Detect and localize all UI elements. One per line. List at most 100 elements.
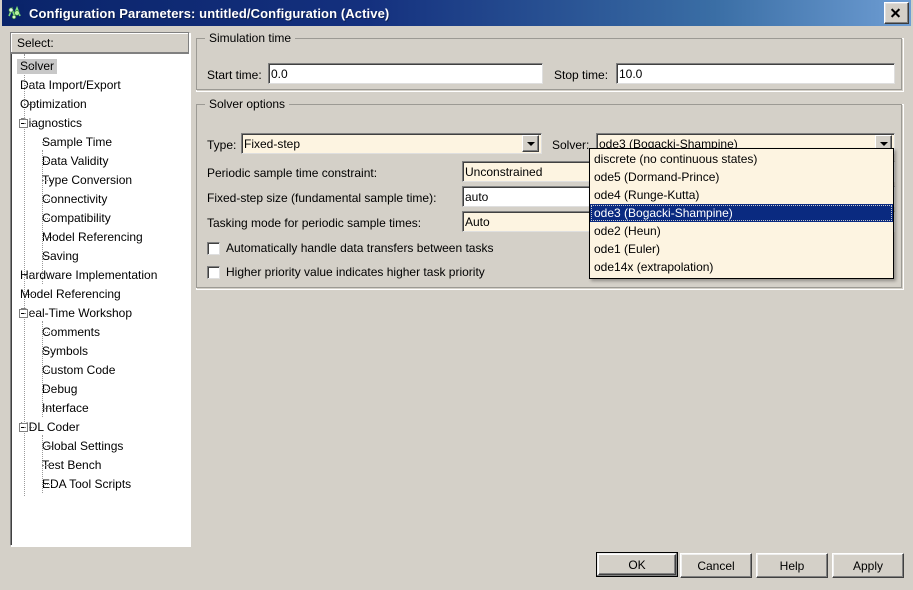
- simulink-icon: [6, 4, 24, 22]
- tree-elbow-icon: [42, 484, 52, 486]
- fixed-step-size-label: Fixed-step size (fundamental sample time…: [207, 191, 437, 205]
- tree-elbow-icon: [24, 427, 34, 429]
- higher-priority-label: Higher priority value indicates higher t…: [226, 265, 485, 279]
- stop-time-value: 10.0: [619, 66, 643, 81]
- dialog-client-area: Select: Solver Data Import/Export Optimi…: [2, 26, 911, 588]
- dropdown-option-ode1[interactable]: ode1 (Euler): [590, 240, 893, 258]
- sidebar-item-model-referencing-diag[interactable]: Model Referencing: [11, 228, 189, 247]
- type-label: Type:: [207, 138, 237, 152]
- sidebar-item-saving[interactable]: Saving: [11, 247, 189, 266]
- chevron-down-icon[interactable]: [522, 135, 539, 152]
- periodic-constraint-label: Periodic sample time constraint:: [207, 166, 378, 180]
- tree-elbow-icon: [42, 465, 52, 467]
- sidebar-item-hardware-implementation[interactable]: Hardware Implementation: [11, 266, 189, 285]
- dropdown-option-ode4[interactable]: ode4 (Runge-Kutta): [590, 186, 893, 204]
- stop-time-label: Stop time:: [554, 68, 609, 82]
- cancel-button-label: Cancel: [697, 558, 735, 573]
- tasking-mode-label: Tasking mode for periodic sample times:: [207, 216, 422, 230]
- sidebar-item-label: EDA Tool Scripts: [42, 477, 132, 491]
- tree-elbow-icon: [24, 275, 34, 277]
- help-button-label: Help: [779, 558, 805, 573]
- sidebar-item-optimization[interactable]: Optimization: [11, 95, 189, 114]
- higher-priority-checkbox-row[interactable]: Higher priority value indicates higher t…: [207, 265, 485, 279]
- tree-elbow-icon: [42, 237, 52, 239]
- sidebar-item-label: Global Settings: [42, 439, 124, 453]
- sidebar-item-type-conversion[interactable]: Type Conversion: [11, 171, 189, 190]
- sidebar-item-label: Hardware Implementation: [20, 268, 158, 282]
- sidebar-item-hdl-coder[interactable]: HDL Coder: [11, 418, 189, 437]
- sidebar-item-symbols[interactable]: Symbols: [11, 342, 189, 361]
- tree-elbow-icon: [24, 313, 34, 315]
- type-value: Fixed-step: [244, 136, 301, 151]
- tree-header-label: Select:: [17, 36, 54, 50]
- auto-transfer-checkbox[interactable]: [207, 241, 220, 255]
- dropdown-option-ode5[interactable]: ode5 (Dormand-Prince): [590, 168, 893, 186]
- tree-elbow-icon: [24, 104, 34, 106]
- sidebar-item-label: Model Referencing: [42, 230, 143, 244]
- simulation-time-group-title: Simulation time: [205, 31, 296, 45]
- cancel-button[interactable]: Cancel: [680, 553, 752, 578]
- ok-button-label: OK: [628, 557, 646, 572]
- apply-button[interactable]: Apply: [832, 553, 904, 578]
- dropdown-option-discrete[interactable]: discrete (no continuous states): [590, 150, 893, 168]
- tree-elbow-icon: [42, 389, 52, 391]
- sidebar-item-label: Real-Time Workshop: [20, 306, 133, 320]
- sidebar-item-diagnostics[interactable]: Diagnostics: [11, 114, 189, 133]
- stop-time-input[interactable]: 10.0: [616, 63, 895, 84]
- tree-body[interactable]: Solver Data Import/Export Optimization D…: [11, 54, 189, 545]
- sidebar-item-data-import-export[interactable]: Data Import/Export: [11, 76, 189, 95]
- window-title: Configuration Parameters: untitled/Confi…: [29, 5, 390, 21]
- tree-elbow-icon: [42, 180, 52, 182]
- sidebar-item-comments[interactable]: Comments: [11, 323, 189, 342]
- tree-elbow-icon: [42, 332, 52, 334]
- auto-transfer-label: Automatically handle data transfers betw…: [226, 241, 494, 255]
- tree-elbow-icon: [42, 218, 52, 220]
- close-icon[interactable]: [884, 2, 909, 24]
- ok-button[interactable]: OK: [596, 552, 678, 577]
- configuration-parameters-window: Configuration Parameters: untitled/Confi…: [0, 0, 913, 590]
- sidebar-item-sample-time[interactable]: Sample Time: [11, 133, 189, 152]
- start-time-value: 0.0: [271, 66, 288, 81]
- auto-transfer-checkbox-row[interactable]: Automatically handle data transfers betw…: [207, 241, 493, 255]
- tree-header: Select:: [11, 33, 189, 54]
- help-button[interactable]: Help: [756, 553, 828, 578]
- sidebar-item-compatibility[interactable]: Compatibility: [11, 209, 189, 228]
- simulation-time-group: Simulation time Start time: 0.0 Stop tim…: [196, 31, 904, 92]
- type-combobox[interactable]: Fixed-step: [241, 133, 542, 154]
- tree-elbow-icon: [24, 294, 34, 296]
- sidebar-item-label: Solver: [17, 59, 58, 74]
- dropdown-option-ode2[interactable]: ode2 (Heun): [590, 222, 893, 240]
- start-time-input[interactable]: 0.0: [268, 63, 543, 84]
- sidebar-item-data-validity[interactable]: Data Validity: [11, 152, 189, 171]
- title-bar: Configuration Parameters: untitled/Confi…: [2, 0, 911, 26]
- sidebar-item-label: Type Conversion: [42, 173, 133, 187]
- solver-label: Solver:: [552, 138, 590, 152]
- solver-dropdown-list[interactable]: discrete (no continuous states) ode5 (Do…: [589, 148, 894, 279]
- fixed-step-size-value: auto: [465, 189, 489, 204]
- sidebar-item-solver[interactable]: Solver: [11, 57, 189, 76]
- tree-elbow-icon: [42, 256, 52, 258]
- tree-elbow-icon: [42, 161, 52, 163]
- tree-elbow-icon: [24, 66, 34, 68]
- sidebar-item-test-bench[interactable]: Test Bench: [11, 456, 189, 475]
- select-tree-panel: Select: Solver Data Import/Export Optimi…: [10, 32, 190, 546]
- tree-elbow-icon: [24, 123, 34, 125]
- tree-elbow-icon: [42, 370, 52, 372]
- sidebar-item-model-referencing[interactable]: Model Referencing: [11, 285, 189, 304]
- tree-elbow-icon: [42, 351, 52, 353]
- solver-options-group-title: Solver options: [205, 97, 290, 111]
- dropdown-option-ode14x[interactable]: ode14x (extrapolation): [590, 258, 893, 276]
- apply-button-label: Apply: [852, 558, 884, 573]
- tree-elbow-icon: [42, 199, 52, 201]
- tree-elbow-icon: [42, 446, 52, 448]
- sidebar-item-debug[interactable]: Debug: [11, 380, 189, 399]
- sidebar-item-connectivity[interactable]: Connectivity: [11, 190, 189, 209]
- dropdown-option-ode3[interactable]: ode3 (Bogacki-Shampine): [590, 204, 893, 222]
- sidebar-item-eda-tool-scripts[interactable]: EDA Tool Scripts: [11, 475, 189, 494]
- sidebar-item-real-time-workshop[interactable]: Real-Time Workshop: [11, 304, 189, 323]
- higher-priority-checkbox[interactable]: [207, 265, 220, 279]
- sidebar-item-interface[interactable]: Interface: [11, 399, 189, 418]
- sidebar-item-custom-code[interactable]: Custom Code: [11, 361, 189, 380]
- tree-elbow-icon: [24, 85, 34, 87]
- sidebar-item-global-settings[interactable]: Global Settings: [11, 437, 189, 456]
